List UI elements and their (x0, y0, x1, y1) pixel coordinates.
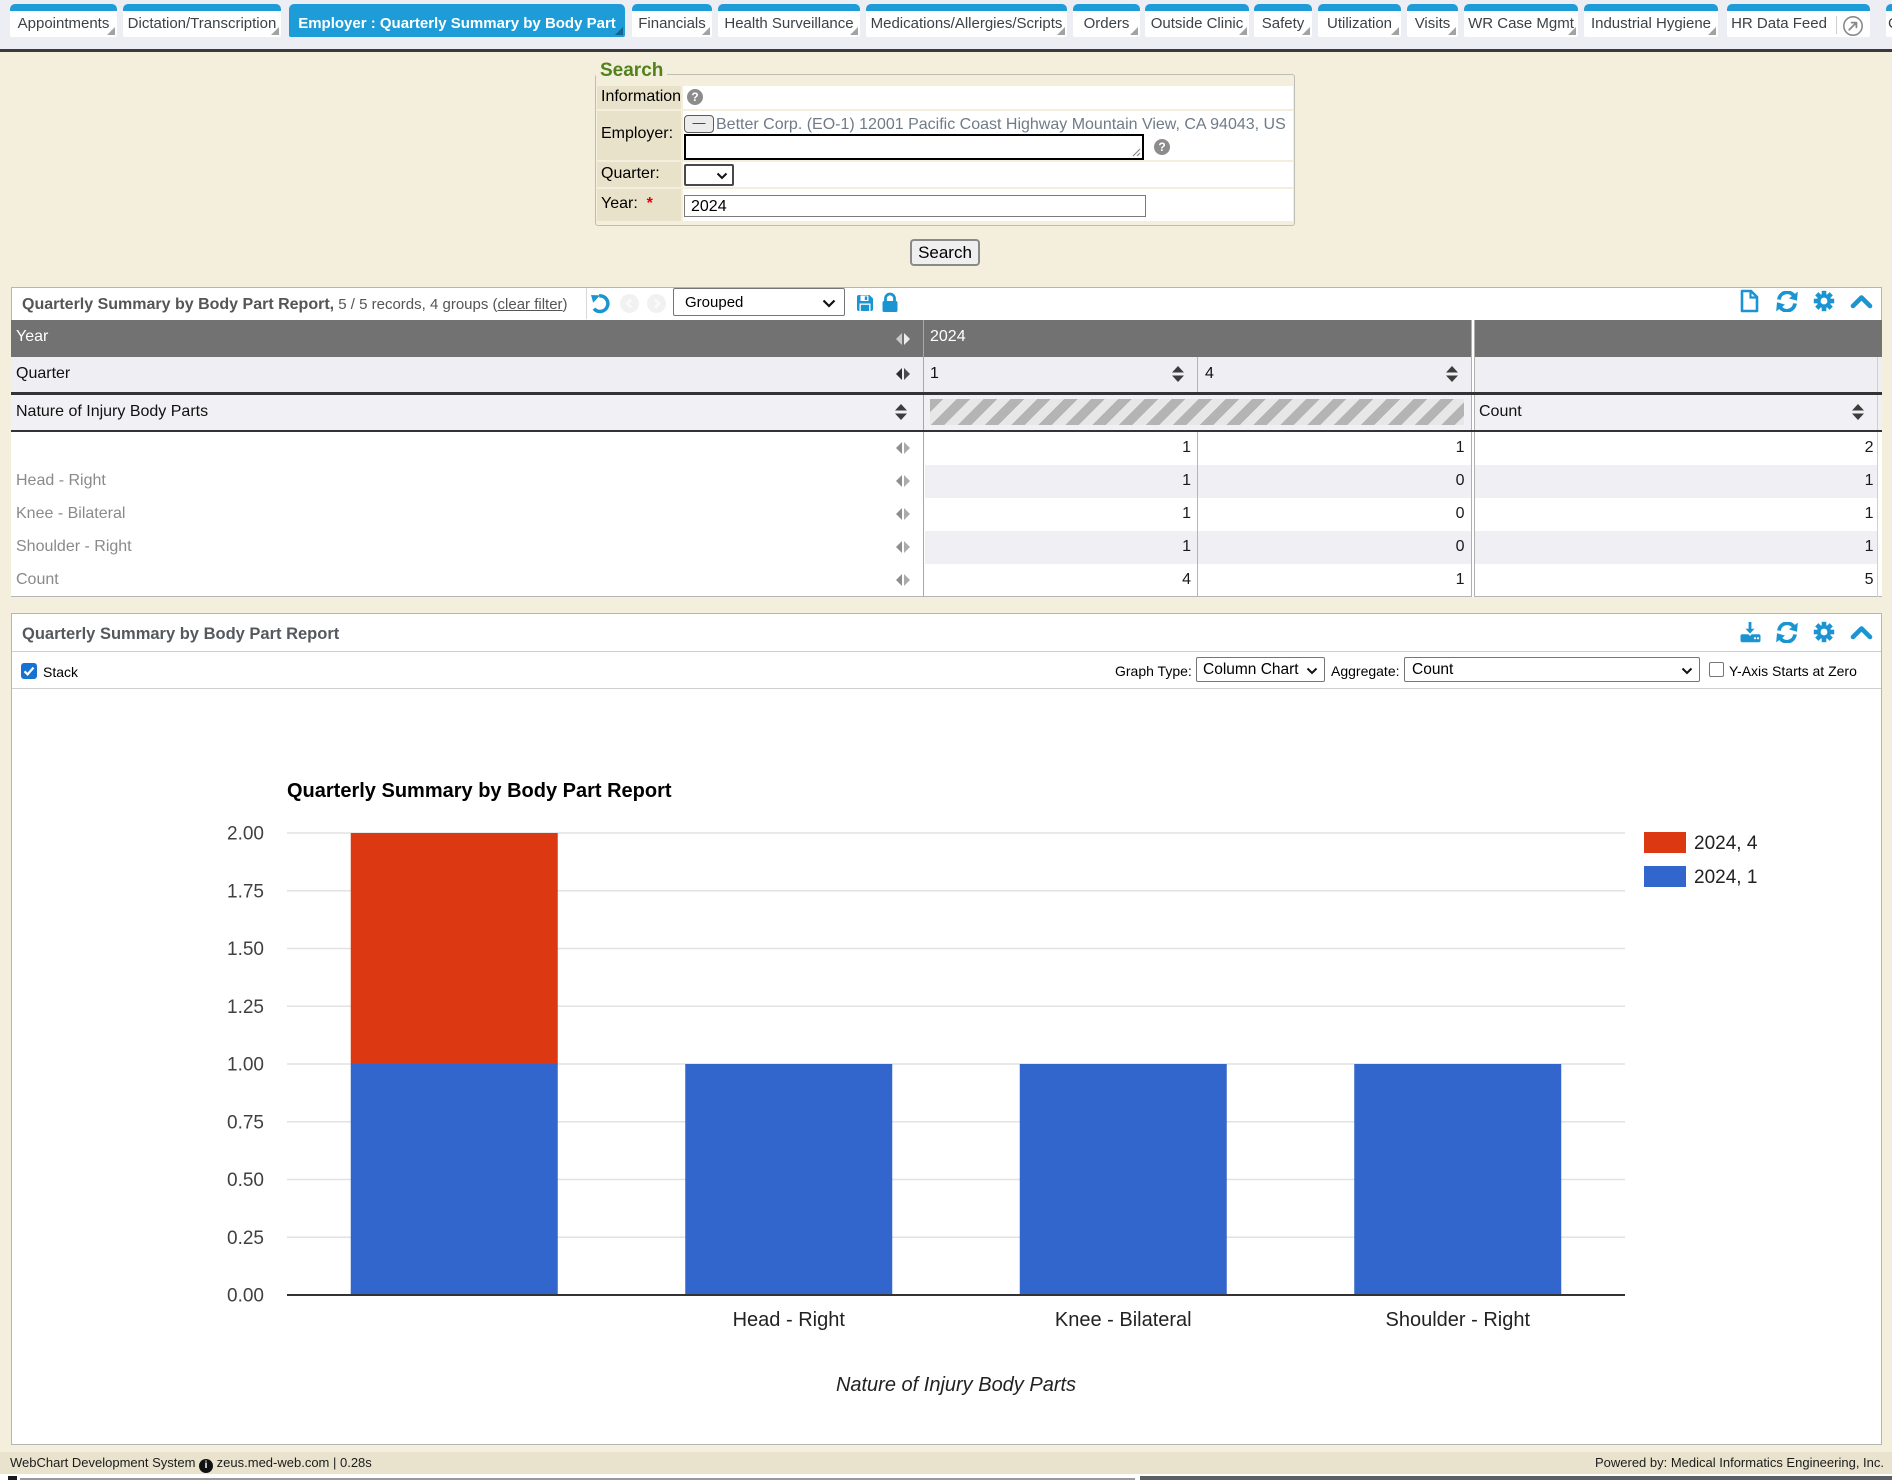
svg-text:0.50: 0.50 (227, 1170, 264, 1191)
svg-text:Head - Right: Head - Right (733, 1309, 846, 1331)
svg-text:0.75: 0.75 (227, 1112, 264, 1133)
svg-text:1.50: 1.50 (227, 939, 264, 960)
svg-text:Shoulder - Right: Shoulder - Right (1385, 1309, 1530, 1331)
svg-text:Quarterly Summary by Body Part: Quarterly Summary by Body Part Report (287, 780, 672, 802)
svg-text:1.25: 1.25 (227, 997, 264, 1018)
svg-text:Knee - Bilateral: Knee - Bilateral (1055, 1309, 1192, 1331)
svg-text:Nature of Injury Body Parts: Nature of Injury Body Parts (836, 1374, 1076, 1396)
svg-text:1.75: 1.75 (227, 881, 264, 902)
svg-text:2024, 1: 2024, 1 (1694, 867, 1757, 888)
svg-text:0.25: 0.25 (227, 1228, 264, 1249)
svg-text:2024, 4: 2024, 4 (1694, 833, 1758, 854)
svg-text:1.00: 1.00 (227, 1055, 264, 1076)
svg-text:2.00: 2.00 (227, 824, 264, 845)
svg-text:0.00: 0.00 (227, 1286, 264, 1307)
